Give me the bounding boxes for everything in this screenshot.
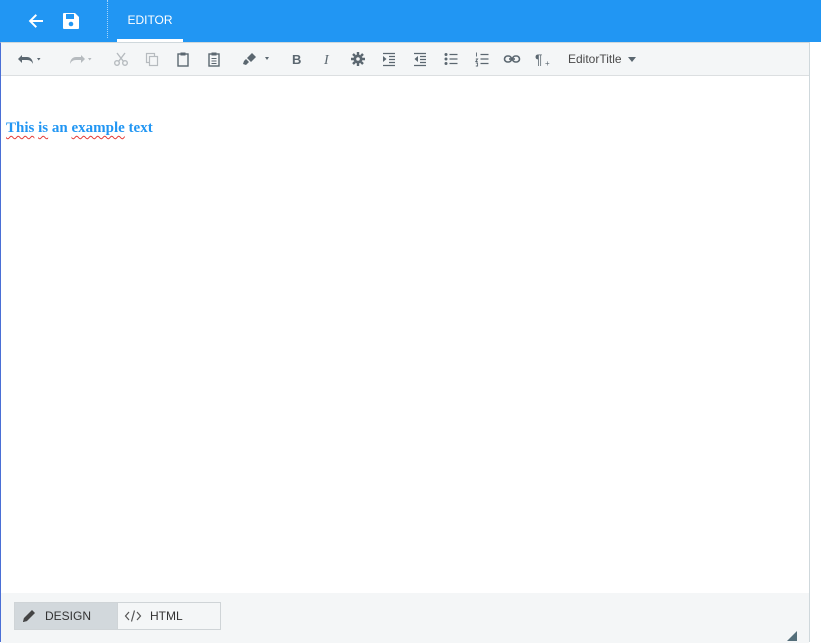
app-bar: EDITOR bbox=[0, 0, 821, 42]
html-editor: B I ¶ + EditorTitle This is an example t… bbox=[0, 42, 810, 643]
resize-handle-icon[interactable] bbox=[787, 631, 797, 641]
html-mode-button[interactable]: HTML bbox=[117, 602, 221, 630]
link-icon bbox=[503, 55, 521, 63]
appbar-divider bbox=[107, 0, 108, 38]
tab-editor-label: EDITOR bbox=[127, 13, 173, 27]
italic-button[interactable]: I bbox=[317, 49, 337, 69]
view-mode-bar: DESIGN HTML bbox=[1, 593, 809, 643]
svg-text:B: B bbox=[292, 52, 301, 67]
floppy-disk-icon bbox=[63, 13, 79, 29]
save-button[interactable] bbox=[58, 8, 84, 34]
style-select[interactable]: EditorTitle bbox=[568, 49, 640, 69]
content-word: example bbox=[71, 120, 125, 136]
bold-icon: B bbox=[292, 52, 301, 67]
content-word: text bbox=[128, 120, 153, 136]
style-select-value: EditorTitle bbox=[568, 52, 622, 66]
paste-text-button[interactable] bbox=[204, 49, 224, 69]
italic-icon: I bbox=[323, 53, 330, 67]
content-word: an bbox=[51, 120, 68, 136]
numbered-list-button[interactable] bbox=[472, 49, 492, 69]
format-painter-button[interactable] bbox=[239, 49, 273, 69]
design-mode-button[interactable]: DESIGN bbox=[14, 602, 118, 630]
bulleted-list-button[interactable] bbox=[441, 49, 461, 69]
pilcrow-icon: ¶ + bbox=[535, 51, 550, 67]
paint-brush-icon bbox=[243, 53, 269, 65]
pencil-icon bbox=[23, 610, 35, 622]
indent-icon bbox=[383, 52, 395, 67]
redo-button[interactable] bbox=[66, 49, 96, 69]
editor-content-area[interactable]: This is an example text bbox=[1, 76, 809, 593]
gear-icon bbox=[351, 52, 365, 66]
design-mode-label: DESIGN bbox=[45, 609, 92, 623]
clipboard-icon bbox=[177, 52, 189, 67]
content-paragraph: This is an example text bbox=[6, 120, 153, 137]
scissors-icon bbox=[114, 52, 128, 66]
caret-down-icon bbox=[627, 57, 636, 62]
back-button[interactable] bbox=[23, 8, 49, 34]
settings-button[interactable] bbox=[348, 49, 368, 69]
code-icon bbox=[124, 610, 142, 622]
undo-icon bbox=[18, 55, 41, 64]
numbered-list-icon bbox=[474, 52, 489, 67]
svg-text:¶: ¶ bbox=[535, 51, 543, 67]
copy-button[interactable] bbox=[142, 49, 162, 69]
link-button[interactable] bbox=[502, 49, 522, 69]
outdent-icon bbox=[414, 52, 426, 67]
svg-text:I: I bbox=[323, 53, 330, 67]
content-word: This bbox=[6, 120, 35, 136]
cut-button[interactable] bbox=[111, 49, 131, 69]
paragraph-button[interactable]: ¶ + bbox=[533, 49, 553, 69]
outdent-button[interactable] bbox=[410, 49, 430, 69]
copy-icon bbox=[145, 52, 159, 67]
html-mode-label: HTML bbox=[150, 609, 183, 623]
tab-editor[interactable]: EDITOR bbox=[117, 0, 183, 42]
arrow-left-icon bbox=[28, 14, 43, 28]
undo-button[interactable] bbox=[15, 49, 45, 69]
clipboard-text-icon bbox=[208, 52, 220, 67]
editor-toolbar: B I ¶ + EditorTitle bbox=[1, 43, 809, 76]
redo-icon bbox=[70, 55, 92, 64]
bold-button[interactable]: B bbox=[286, 49, 306, 69]
bullet-list-icon bbox=[444, 53, 458, 65]
paste-button[interactable] bbox=[173, 49, 193, 69]
content-word: is bbox=[38, 120, 49, 136]
indent-button[interactable] bbox=[379, 49, 399, 69]
svg-text:+: + bbox=[545, 59, 550, 67]
